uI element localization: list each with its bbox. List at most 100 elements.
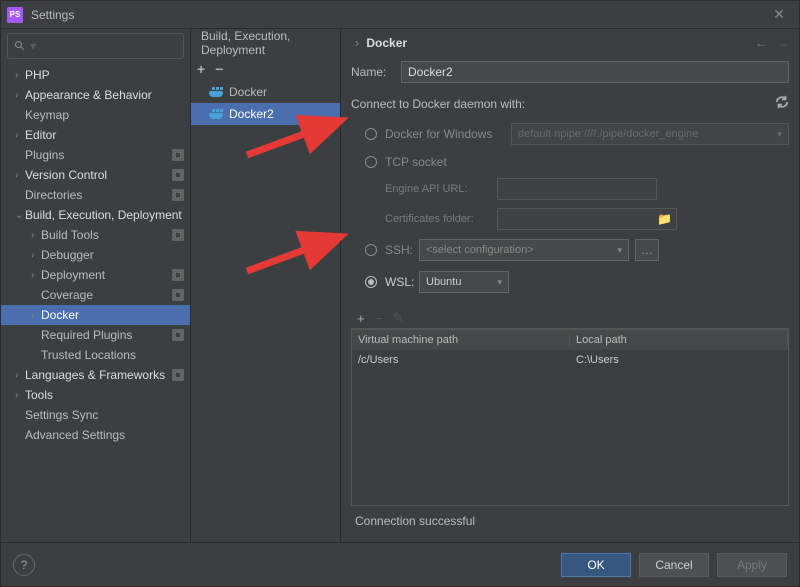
- cancel-button[interactable]: Cancel: [639, 553, 709, 577]
- dialog-footer: ? OK Cancel Apply: [1, 542, 799, 586]
- tcp-cert-row: Certificates folder: 📁: [385, 208, 789, 230]
- window-title: Settings: [31, 8, 765, 22]
- tree-item-label: Settings Sync: [25, 408, 184, 422]
- sidebar-item-tools[interactable]: ›Tools: [1, 385, 190, 405]
- sidebar-item-required-plugins[interactable]: Required Plugins: [1, 325, 190, 345]
- sidebar-item-deployment[interactable]: ›Deployment: [1, 265, 190, 285]
- sidebar-item-debugger[interactable]: ›Debugger: [1, 245, 190, 265]
- expand-icon: ›: [15, 130, 25, 141]
- ssh-browse-button[interactable]: …: [635, 239, 659, 261]
- project-scope-icon: [172, 329, 184, 341]
- project-scope-icon: [172, 229, 184, 241]
- combo-value: default npipe:////./pipe/docker_engine: [518, 128, 698, 140]
- radio-label: WSL:: [385, 275, 419, 289]
- sidebar-item-trusted-locations[interactable]: Trusted Locations: [1, 345, 190, 365]
- tree-item-label: Editor: [25, 128, 184, 142]
- radio-docker-windows[interactable]: Docker for Windows default npipe:////./p…: [365, 123, 789, 145]
- tcp-cert-field[interactable]: [497, 208, 677, 230]
- radio-label: Docker for Windows: [385, 127, 505, 141]
- path-table[interactable]: Virtual machine path Local path /c/Users…: [351, 329, 789, 506]
- close-icon[interactable]: ✕: [765, 6, 793, 23]
- docker-windows-combo[interactable]: default npipe:////./pipe/docker_engine ▾: [511, 123, 789, 145]
- sidebar-item-editor[interactable]: ›Editor: [1, 125, 190, 145]
- name-field[interactable]: [401, 61, 789, 83]
- tcp-url-label: Engine API URL:: [385, 183, 497, 195]
- sidebar-item-appearance-behavior[interactable]: ›Appearance & Behavior: [1, 85, 190, 105]
- expand-icon: ›: [15, 370, 25, 381]
- sidebar-item-php[interactable]: ›PHP: [1, 65, 190, 85]
- tree-item-label: Directories: [25, 188, 168, 202]
- combo-value: <select configuration>: [426, 244, 534, 256]
- path-remove-button[interactable]: −: [375, 311, 383, 326]
- tree-item-label: Build Tools: [41, 228, 168, 242]
- tree-item-label: Build, Execution, Deployment: [25, 208, 184, 222]
- settings-tree[interactable]: ›PHP›Appearance & BehaviorKeymap›EditorP…: [1, 63, 190, 542]
- server-list[interactable]: DockerDocker2: [191, 81, 340, 542]
- nav-back-icon[interactable]: ←: [755, 36, 767, 50]
- tree-item-label: Docker: [41, 308, 184, 322]
- tree-item-label: Keymap: [25, 108, 184, 122]
- sidebar-item-settings-sync[interactable]: Settings Sync: [1, 405, 190, 425]
- chevron-down-icon: ▾: [497, 277, 502, 288]
- server-item-docker2[interactable]: Docker2: [191, 103, 340, 125]
- sidebar-item-advanced-settings[interactable]: Advanced Settings: [1, 425, 190, 445]
- radio-icon: [365, 156, 377, 168]
- wsl-combo[interactable]: Ubuntu ▾: [419, 271, 509, 293]
- sidebar-item-version-control[interactable]: ›Version Control: [1, 165, 190, 185]
- project-scope-icon: [172, 289, 184, 301]
- tree-item-label: Appearance & Behavior: [25, 88, 184, 102]
- expand-icon: ›: [15, 70, 25, 81]
- breadcrumb: Build, Execution, Deployment: [191, 29, 340, 57]
- radio-wsl[interactable]: WSL: Ubuntu ▾: [365, 271, 789, 293]
- sidebar-item-keymap[interactable]: Keymap: [1, 105, 190, 125]
- folder-icon[interactable]: 📁: [657, 212, 671, 226]
- help-button[interactable]: ?: [13, 554, 35, 576]
- refresh-icon[interactable]: [775, 95, 789, 112]
- sidebar-item-plugins[interactable]: Plugins: [1, 145, 190, 165]
- apply-button[interactable]: Apply: [717, 553, 787, 577]
- tree-item-label: Deployment: [41, 268, 168, 282]
- sidebar-item-languages-frameworks[interactable]: ›Languages & Frameworks: [1, 365, 190, 385]
- sidebar-item-directories[interactable]: Directories: [1, 185, 190, 205]
- tcp-url-field[interactable]: [497, 178, 657, 200]
- radio-ssh[interactable]: SSH: <select configuration> ▾ …: [365, 239, 789, 261]
- project-scope-icon: [172, 169, 184, 181]
- radio-icon: [365, 128, 377, 140]
- col-local: Local path: [570, 334, 788, 346]
- sidebar-item-docker[interactable]: ›Docker: [1, 305, 190, 325]
- tree-item-label: Required Plugins: [41, 328, 168, 342]
- remove-server-button[interactable]: −: [215, 61, 223, 77]
- project-scope-icon: [172, 149, 184, 161]
- tree-item-label: PHP: [25, 68, 184, 82]
- add-server-button[interactable]: +: [197, 61, 205, 77]
- nav-forward-icon[interactable]: →: [777, 36, 789, 50]
- radio-icon: [365, 244, 377, 256]
- expand-icon: ›: [31, 250, 41, 261]
- tree-item-label: Advanced Settings: [25, 428, 184, 442]
- col-vm: Virtual machine path: [352, 334, 570, 346]
- sidebar-item-coverage[interactable]: Coverage: [1, 285, 190, 305]
- breadcrumb-leaf: Docker: [366, 36, 407, 50]
- path-edit-button[interactable]: ✎: [392, 310, 403, 326]
- expand-icon: ›: [15, 90, 25, 101]
- expand-icon: ›: [31, 230, 41, 241]
- breadcrumb-parent[interactable]: Build, Execution, Deployment: [201, 29, 290, 57]
- tree-item-label: Tools: [25, 388, 184, 402]
- chevron-down-icon: ▾: [777, 129, 782, 140]
- ssh-combo[interactable]: <select configuration> ▾: [419, 239, 629, 261]
- cell-vm-path: /c/Users: [352, 354, 570, 366]
- sidebar-item-build-tools[interactable]: ›Build Tools: [1, 225, 190, 245]
- search-input[interactable]: ▾: [7, 33, 184, 59]
- search-icon: [14, 40, 26, 52]
- search-placeholder: ▾: [30, 39, 36, 53]
- server-item-docker[interactable]: Docker: [191, 81, 340, 103]
- settings-window: PS Settings ✕ ▾ ›PHP›Appearance & Behavi…: [0, 0, 800, 587]
- sidebar-item-build-execution-deployment[interactable]: ⌄Build, Execution, Deployment: [1, 205, 190, 225]
- radio-tcp[interactable]: TCP socket: [365, 155, 789, 169]
- path-add-button[interactable]: +: [357, 311, 365, 326]
- docker-icon: [209, 109, 223, 119]
- table-row[interactable]: /c/UsersC:\Users: [352, 350, 788, 370]
- ok-button[interactable]: OK: [561, 553, 631, 577]
- breadcrumb-sep: ›: [355, 36, 359, 50]
- tree-item-label: Version Control: [25, 168, 168, 182]
